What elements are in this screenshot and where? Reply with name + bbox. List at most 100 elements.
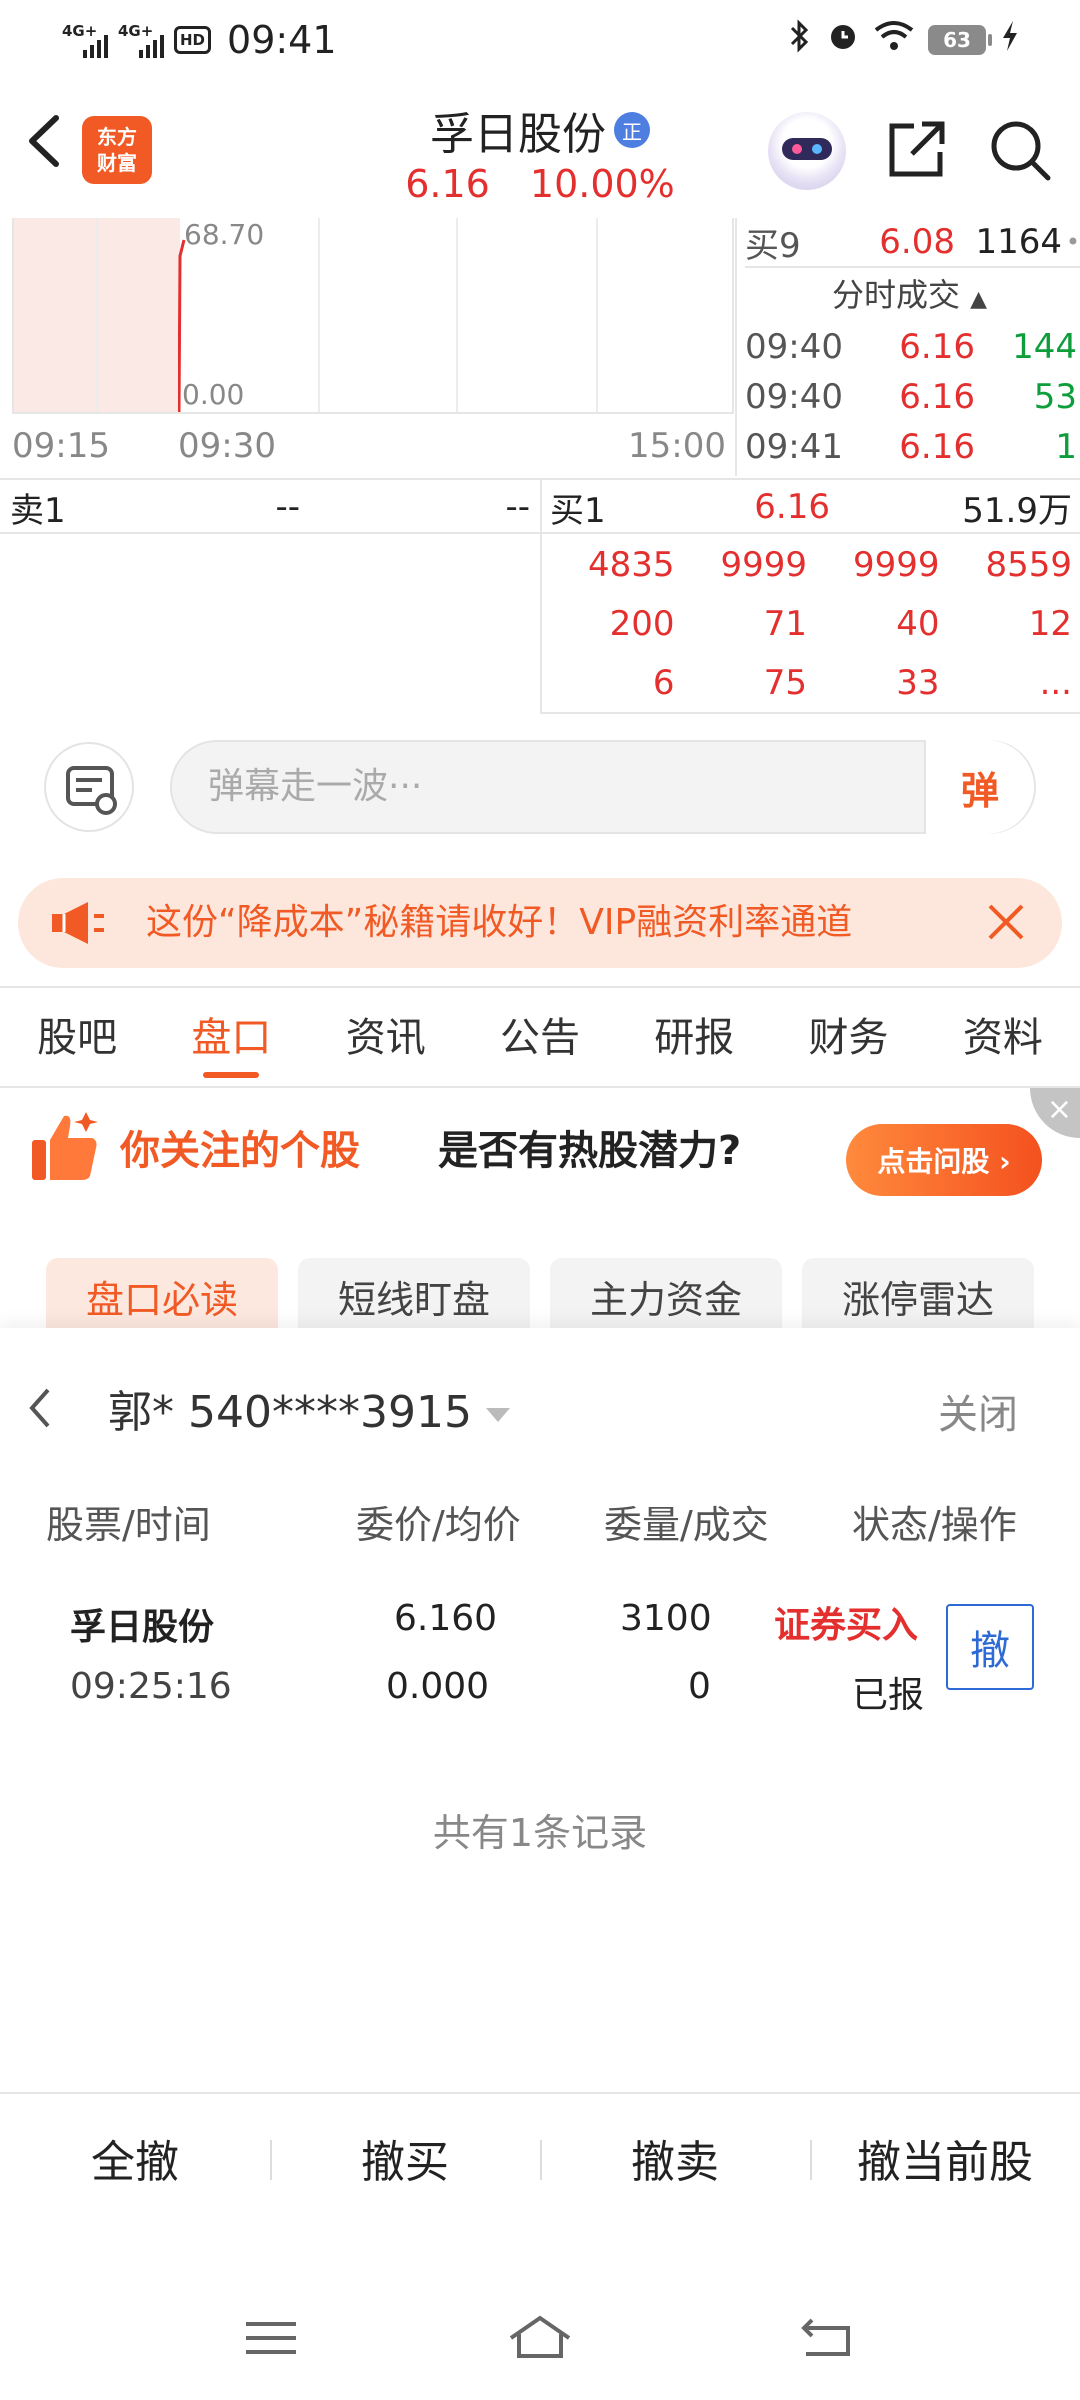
chart-time-label: 09:30 [178,426,276,466]
buy-queue: 4835 9999 9999 8559 200 71 40 12 6 75 33… [542,536,1080,714]
danmu-send-button[interactable]: 弹 [924,740,1034,834]
sell1-label: 卖1 [10,490,66,531]
tab-news[interactable]: 资讯 [309,988,463,1086]
status-bar: 4G+ 4G+ HD 09:41 63 [0,0,1080,80]
chip-main-funds[interactable]: 主力资金 [550,1258,782,1328]
caret-up-icon: ▲ [970,287,988,312]
queue-cell: 71 [763,604,807,644]
status-left: 4G+ 4G+ HD 09:41 [62,18,337,62]
buy9-price: 6.08 [879,222,955,262]
clock: 09:41 [227,18,337,62]
tab-profile[interactable]: 资料 [926,988,1080,1086]
danmu-settings-button[interactable] [44,742,134,832]
cancel-order-button[interactable]: 撤 [946,1604,1034,1690]
back-icon[interactable] [790,2308,860,2368]
close-button[interactable]: 关闭 [938,1382,1018,1440]
chart-grid-line [318,218,320,412]
danmu-input[interactable]: 弹幕走一波··· 弹 [170,740,1036,834]
buy1-row: 买1 6.16 51.9万 [550,480,1072,534]
cancel-actions-bar: 全撤 撤买 撤卖 撤当前股 [0,2092,1080,2222]
current-price: 6.16 [405,162,490,206]
hot-stock-banner[interactable]: 你关注的个股 是否有热股潜力? 点击问股 › [0,1090,1080,1230]
chart-grid-line [456,218,458,412]
chart-grid-line [596,218,598,412]
order-book-panel: 买9 6.08 1164 • 分时成交 ▲ 09:40 6.16 144 09:… [735,218,1080,476]
tick-price: 6.16 [899,327,975,367]
tab-finance[interactable]: 财务 [771,988,925,1086]
cancel-sells-button[interactable]: 撤卖 [540,2126,810,2190]
tick-trades-toggle[interactable]: 分时成交 ▲ [737,270,1080,320]
order-price: 6.160 [394,1598,498,1639]
search-icon[interactable] [988,118,1052,182]
queue-grid: 4835 9999 9999 8559 200 71 40 12 6 75 33… [542,536,1080,713]
dot-icon: • [1065,228,1080,256]
queue-cell: 9999 [852,545,940,585]
sell1-row: 卖1 -- -- [10,480,530,534]
col-header: 状态/操作 [852,1503,1017,1547]
filled-qty: 0 [688,1666,711,1707]
cancel-current-stock-button[interactable]: 撤当前股 [810,2126,1080,2190]
avg-price: 0.000 [386,1666,490,1707]
ask-stock-button[interactable]: 点击问股 › [846,1124,1042,1196]
cancel-buys-button[interactable]: 撤买 [270,2126,540,2190]
detail-tabs: 股吧 盘口 资讯 公告 研报 财务 资料 [0,986,1080,1088]
order-qty: 3100 [620,1598,712,1639]
queue-cell: 40 [896,604,940,644]
tick-price: 6.16 [899,427,975,467]
chip-pankou-must-read[interactable]: 盘口必读 [46,1258,278,1328]
status-right: 63 [788,18,1020,62]
queue-cell[interactable]: ... [940,654,1072,713]
home-icon[interactable] [505,2308,575,2368]
wifi-icon [874,20,914,60]
queue-cell: 8559 [985,545,1072,585]
promo-banner[interactable]: 这份“降成本”秘籍请收好！VIP融资利率通道 [18,878,1062,968]
buy9-volume: 1164 [975,222,1062,262]
cancel-all-button[interactable]: 全撤 [0,2126,270,2190]
order-type: 证券买入 [774,1605,919,1646]
sell1-volume: -- [505,487,530,527]
ai-assistant-icon[interactable] [768,112,846,190]
queue-cell: 9999 [720,545,807,585]
alarm-icon [826,19,860,61]
chevron-left-icon [29,1388,50,1428]
col-header: 委量/成交 [604,1503,769,1547]
chip-short-term[interactable]: 短线盯盘 [298,1258,530,1328]
col-header: 委价/均价 [356,1503,521,1547]
buy9-label: 买9 [745,225,801,266]
account-selector[interactable]: 郭* 540****3915 [108,1376,510,1440]
verified-badge-icon: 正 [614,112,650,148]
tick-volume: 53 [1033,377,1077,417]
tick-time: 09:41 [745,427,843,467]
tick-row: 09:40 6.16 144 [745,322,1077,372]
tick-row: 09:41 6.16 1 [745,422,1077,472]
close-icon[interactable] [984,900,1028,944]
tab-announcements[interactable]: 公告 [463,988,617,1086]
queue-cell: 33 [896,663,940,703]
signal-icon: 4G+ [62,22,108,58]
hot-banner-subtitle: 是否有热股潜力? [438,1128,742,1174]
order-status: 已报 [852,1675,925,1716]
tick-volume: 144 [1012,327,1077,367]
menu-icon[interactable] [236,2308,306,2368]
table-row[interactable]: 孚日股份 09:25:16 6.160 0.000 3100 0 证券买入 已报 [0,1584,1080,1724]
tab-guba[interactable]: 股吧 [0,988,154,1086]
intraday-chart[interactable]: 68.70 0.00 09:15 09:30 15:00 [0,218,735,478]
sheet-back-button[interactable] [22,1380,58,1436]
chip-limit-up-radar[interactable]: 涨停雷达 [802,1258,1034,1328]
tick-row: 09:40 6.16 53 [745,372,1077,422]
stock-name: 孚日股份 [430,109,606,160]
system-nav-bar [0,2280,1080,2400]
charging-icon [1000,19,1020,61]
tick-time: 09:40 [745,327,843,367]
buy1-price: 6.16 [754,487,830,527]
tab-pankou[interactable]: 盘口 [154,988,308,1086]
buy9-row: 买9 6.08 1164 • [745,218,1080,268]
tab-research[interactable]: 研报 [617,988,771,1086]
tick-price: 6.16 [899,377,975,417]
thumbs-up-icon [30,1110,102,1184]
tick-time: 09:40 [745,377,843,417]
queue-cell: 200 [609,604,675,644]
signal-icon-2: 4G+ [118,22,164,58]
danmu-send-label: 弹 [960,768,999,813]
share-icon[interactable] [884,118,948,182]
